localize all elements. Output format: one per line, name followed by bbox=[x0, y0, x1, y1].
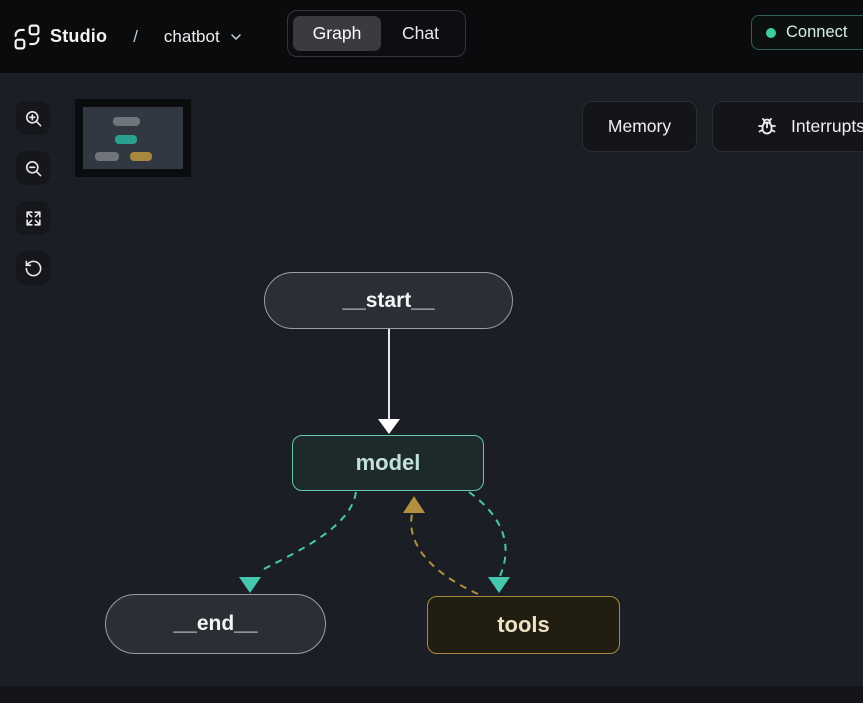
minimap-node-tools bbox=[130, 152, 152, 161]
app-title: Studio bbox=[50, 26, 107, 47]
node-tools-label: tools bbox=[497, 612, 550, 638]
node-model[interactable]: model bbox=[292, 435, 484, 491]
memory-button[interactable]: Memory bbox=[582, 101, 697, 152]
zoom-out-button[interactable] bbox=[16, 151, 50, 185]
bottom-bar bbox=[0, 686, 863, 703]
tab-graph[interactable]: Graph bbox=[293, 16, 381, 51]
minimap-node-start bbox=[113, 117, 140, 126]
chevron-down-icon bbox=[228, 29, 244, 45]
minimap-viewport bbox=[83, 107, 183, 169]
project-name: chatbot bbox=[164, 27, 220, 47]
minimap-node-model bbox=[115, 135, 137, 144]
studio-logo-icon bbox=[14, 24, 40, 50]
interrupts-label: Interrupts bbox=[791, 116, 863, 137]
reset-view-icon bbox=[24, 259, 43, 278]
fit-view-button[interactable] bbox=[16, 201, 50, 235]
minimap-node-end bbox=[95, 152, 119, 161]
top-bar: Studio / chatbot Graph Chat Connect bbox=[0, 0, 863, 73]
breadcrumb-separator: / bbox=[133, 27, 138, 47]
bug-icon bbox=[755, 115, 779, 139]
connection-status-dot bbox=[766, 28, 776, 38]
node-start-label: __start__ bbox=[342, 289, 434, 313]
node-end-label: __end__ bbox=[173, 612, 257, 636]
interrupts-button[interactable]: Interrupts bbox=[712, 101, 863, 152]
node-model-label: model bbox=[356, 450, 421, 476]
canvas-controls bbox=[16, 101, 50, 301]
node-tools[interactable]: tools bbox=[427, 596, 620, 654]
zoom-in-button[interactable] bbox=[16, 101, 50, 135]
connect-label: Connect bbox=[786, 23, 847, 42]
tab-chat[interactable]: Chat bbox=[381, 16, 460, 51]
minimap[interactable] bbox=[75, 99, 191, 177]
connect-button[interactable]: Connect bbox=[751, 15, 863, 50]
graph-canvas[interactable]: Memory Interrupts __start__ model __end_… bbox=[0, 73, 863, 686]
breadcrumb: Studio / chatbot bbox=[14, 0, 244, 73]
reset-view-button[interactable] bbox=[16, 251, 50, 285]
project-selector[interactable]: chatbot bbox=[164, 27, 244, 47]
fit-view-icon bbox=[24, 209, 43, 228]
node-start[interactable]: __start__ bbox=[264, 272, 513, 329]
memory-label: Memory bbox=[608, 116, 671, 137]
view-toggle: Graph Chat bbox=[287, 10, 466, 57]
zoom-in-icon bbox=[24, 109, 43, 128]
node-end[interactable]: __end__ bbox=[105, 594, 326, 654]
zoom-out-icon bbox=[24, 159, 43, 178]
